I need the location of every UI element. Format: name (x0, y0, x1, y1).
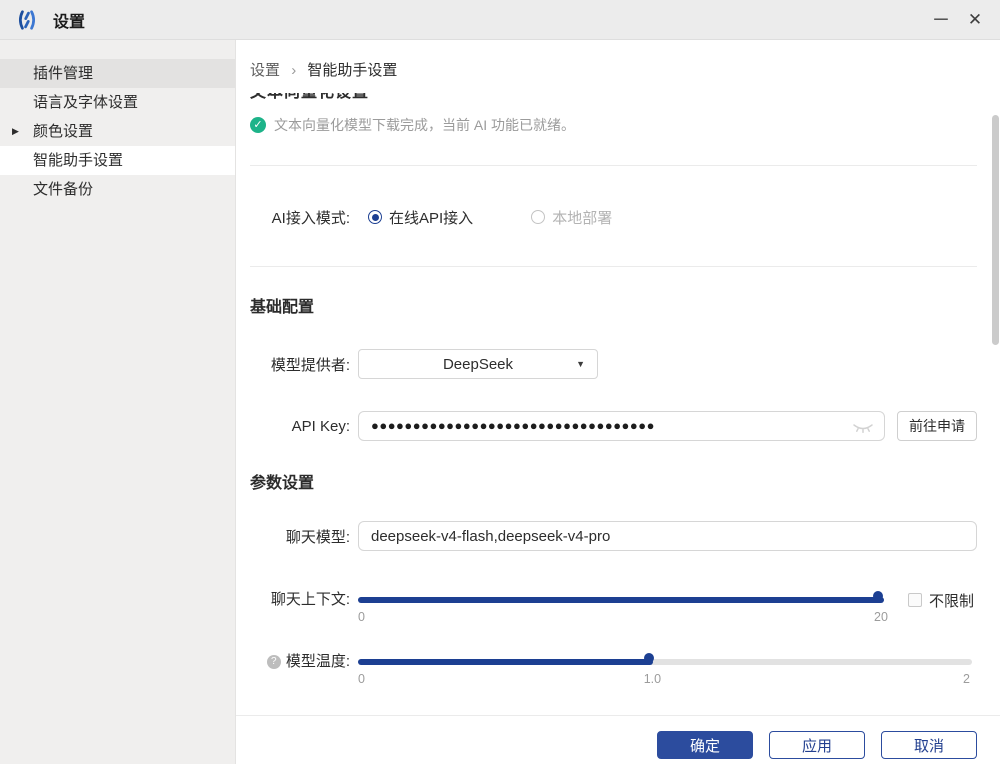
titlebar: 设置 ─ ✕ (0, 0, 1000, 40)
ai-access-mode-label: AI接入模式: (250, 207, 350, 228)
sidebar-item-plugin-management[interactable]: 插件管理 (0, 59, 235, 88)
vertical-scrollbar[interactable] (992, 115, 999, 345)
model-temperature-row: ? 模型温度: 0 1.0 2 (250, 647, 977, 691)
slider-value-label: 1.0 (644, 672, 661, 686)
sidebar-item-label: 插件管理 (33, 65, 93, 82)
params-config-title: 参数设置 (250, 469, 977, 493)
sidebar-item-label: 文件备份 (33, 181, 93, 198)
api-key-row: API Key: ●●●●●●●●●●●●●●●●●●●●●●●●●●●●●●●… (250, 411, 977, 441)
api-key-label: API Key: (250, 418, 350, 435)
api-key-masked-value: ●●●●●●●●●●●●●●●●●●●●●●●●●●●●●●●●●● (371, 411, 655, 441)
breadcrumb-current: 智能助手设置 (307, 62, 397, 79)
breadcrumb: 设置 › 智能助手设置 (250, 40, 977, 80)
chat-context-label: 聊天上下文: (250, 585, 350, 615)
chat-model-row: 聊天模型: deepseek-v4-flash,deepseek-v4-pro (250, 521, 977, 551)
caret-down-icon: ▼ (576, 359, 585, 369)
cancel-button[interactable]: 取消 (881, 731, 977, 759)
expand-arrow-icon[interactable]: ▶ (12, 117, 19, 146)
model-provider-value: DeepSeek (443, 356, 513, 373)
close-icon[interactable]: ✕ (958, 5, 992, 35)
model-temperature-slider[interactable]: 0 1.0 2 (358, 647, 972, 691)
footer-buttons: 确定 应用 取消 (250, 716, 977, 759)
divider (250, 165, 977, 166)
chat-model-input[interactable]: deepseek-v4-flash,deepseek-v4-pro (358, 521, 977, 551)
slider-max-label: 20 (874, 610, 888, 624)
chat-model-label: 聊天模型: (250, 526, 350, 547)
sidebar-item-label: 智能助手设置 (33, 152, 123, 169)
divider (250, 266, 977, 267)
unlimited-checkbox[interactable] (908, 593, 922, 607)
help-icon[interactable]: ? (267, 655, 281, 669)
chat-context-row: 聊天上下文: 0 20 不限制 (250, 585, 977, 629)
ai-access-mode-row: AI接入模式: 在线API接入 本地部署 (250, 202, 977, 232)
sidebar-item-file-backup[interactable]: 文件备份 (0, 175, 235, 204)
radio-selected-icon[interactable] (368, 210, 382, 224)
model-provider-select[interactable]: DeepSeek ▼ (358, 349, 598, 379)
model-provider-row: 模型提供者: DeepSeek ▼ (250, 349, 977, 379)
unlimited-option[interactable]: 不限制 (908, 585, 974, 615)
settings-content: 设置 › 智能助手设置 文本向量化设置 ✓ 文本向量化模型下载完成，当前 AI … (236, 40, 1000, 764)
chat-model-value: deepseek-v4-flash,deepseek-v4-pro (371, 528, 610, 545)
apply-button[interactable]: 应用 (769, 731, 865, 759)
ok-button[interactable]: 确定 (657, 731, 753, 759)
sidebar-item-label: 语言及字体设置 (33, 94, 138, 111)
slider-fill (358, 659, 653, 665)
model-temperature-label: 模型温度: (286, 647, 350, 677)
slider-handle[interactable] (644, 653, 654, 663)
radio-local-deploy[interactable]: 本地部署 (531, 207, 612, 228)
radio-local-deploy-label: 本地部署 (552, 207, 612, 228)
check-circle-icon: ✓ (250, 117, 266, 133)
slider-min-label: 0 (358, 610, 365, 624)
basic-config-title: 基础配置 (250, 293, 977, 317)
sidebar-item-color-settings[interactable]: ▶ 颜色设置 (0, 117, 235, 146)
minimize-icon[interactable]: ─ (924, 5, 958, 35)
sidebar-item-language-font[interactable]: 语言及字体设置 (0, 88, 235, 117)
notice-text: 文本向量化模型下载完成，当前 AI 功能已就绪。 (274, 115, 575, 135)
unlimited-label: 不限制 (929, 590, 974, 611)
sidebar-item-ai-assistant[interactable]: 智能助手设置 (0, 146, 235, 175)
slider-handle[interactable] (873, 591, 883, 601)
sidebar-item-label: 颜色设置 (33, 123, 93, 140)
breadcrumb-separator: › (291, 62, 296, 79)
model-ready-notice: ✓ 文本向量化模型下载完成，当前 AI 功能已就绪。 (250, 115, 977, 135)
radio-online-api-label: 在线API接入 (389, 207, 473, 228)
go-apply-button[interactable]: 前往申请 (897, 411, 977, 441)
window-title: 设置 (53, 8, 85, 32)
chat-context-slider[interactable]: 0 20 (358, 585, 884, 629)
slider-min-label: 0 (358, 672, 365, 686)
api-key-input[interactable]: ●●●●●●●●●●●●●●●●●●●●●●●●●●●●●●●●●● (358, 411, 885, 441)
model-provider-label: 模型提供者: (250, 354, 350, 375)
eye-closed-icon[interactable] (852, 421, 874, 438)
clipped-section-heading: 文本向量化设置 (250, 93, 977, 104)
settings-sidebar: 插件管理 语言及字体设置 ▶ 颜色设置 智能助手设置 文件备份 (0, 40, 236, 764)
app-logo-icon (16, 8, 40, 32)
slider-fill (358, 597, 884, 603)
radio-online-api[interactable]: 在线API接入 (368, 207, 473, 228)
breadcrumb-root[interactable]: 设置 (250, 62, 280, 79)
model-temperature-label-cell: ? 模型温度: (250, 647, 350, 677)
slider-max-label: 2 (963, 672, 970, 686)
radio-unselected-icon[interactable] (531, 210, 545, 224)
